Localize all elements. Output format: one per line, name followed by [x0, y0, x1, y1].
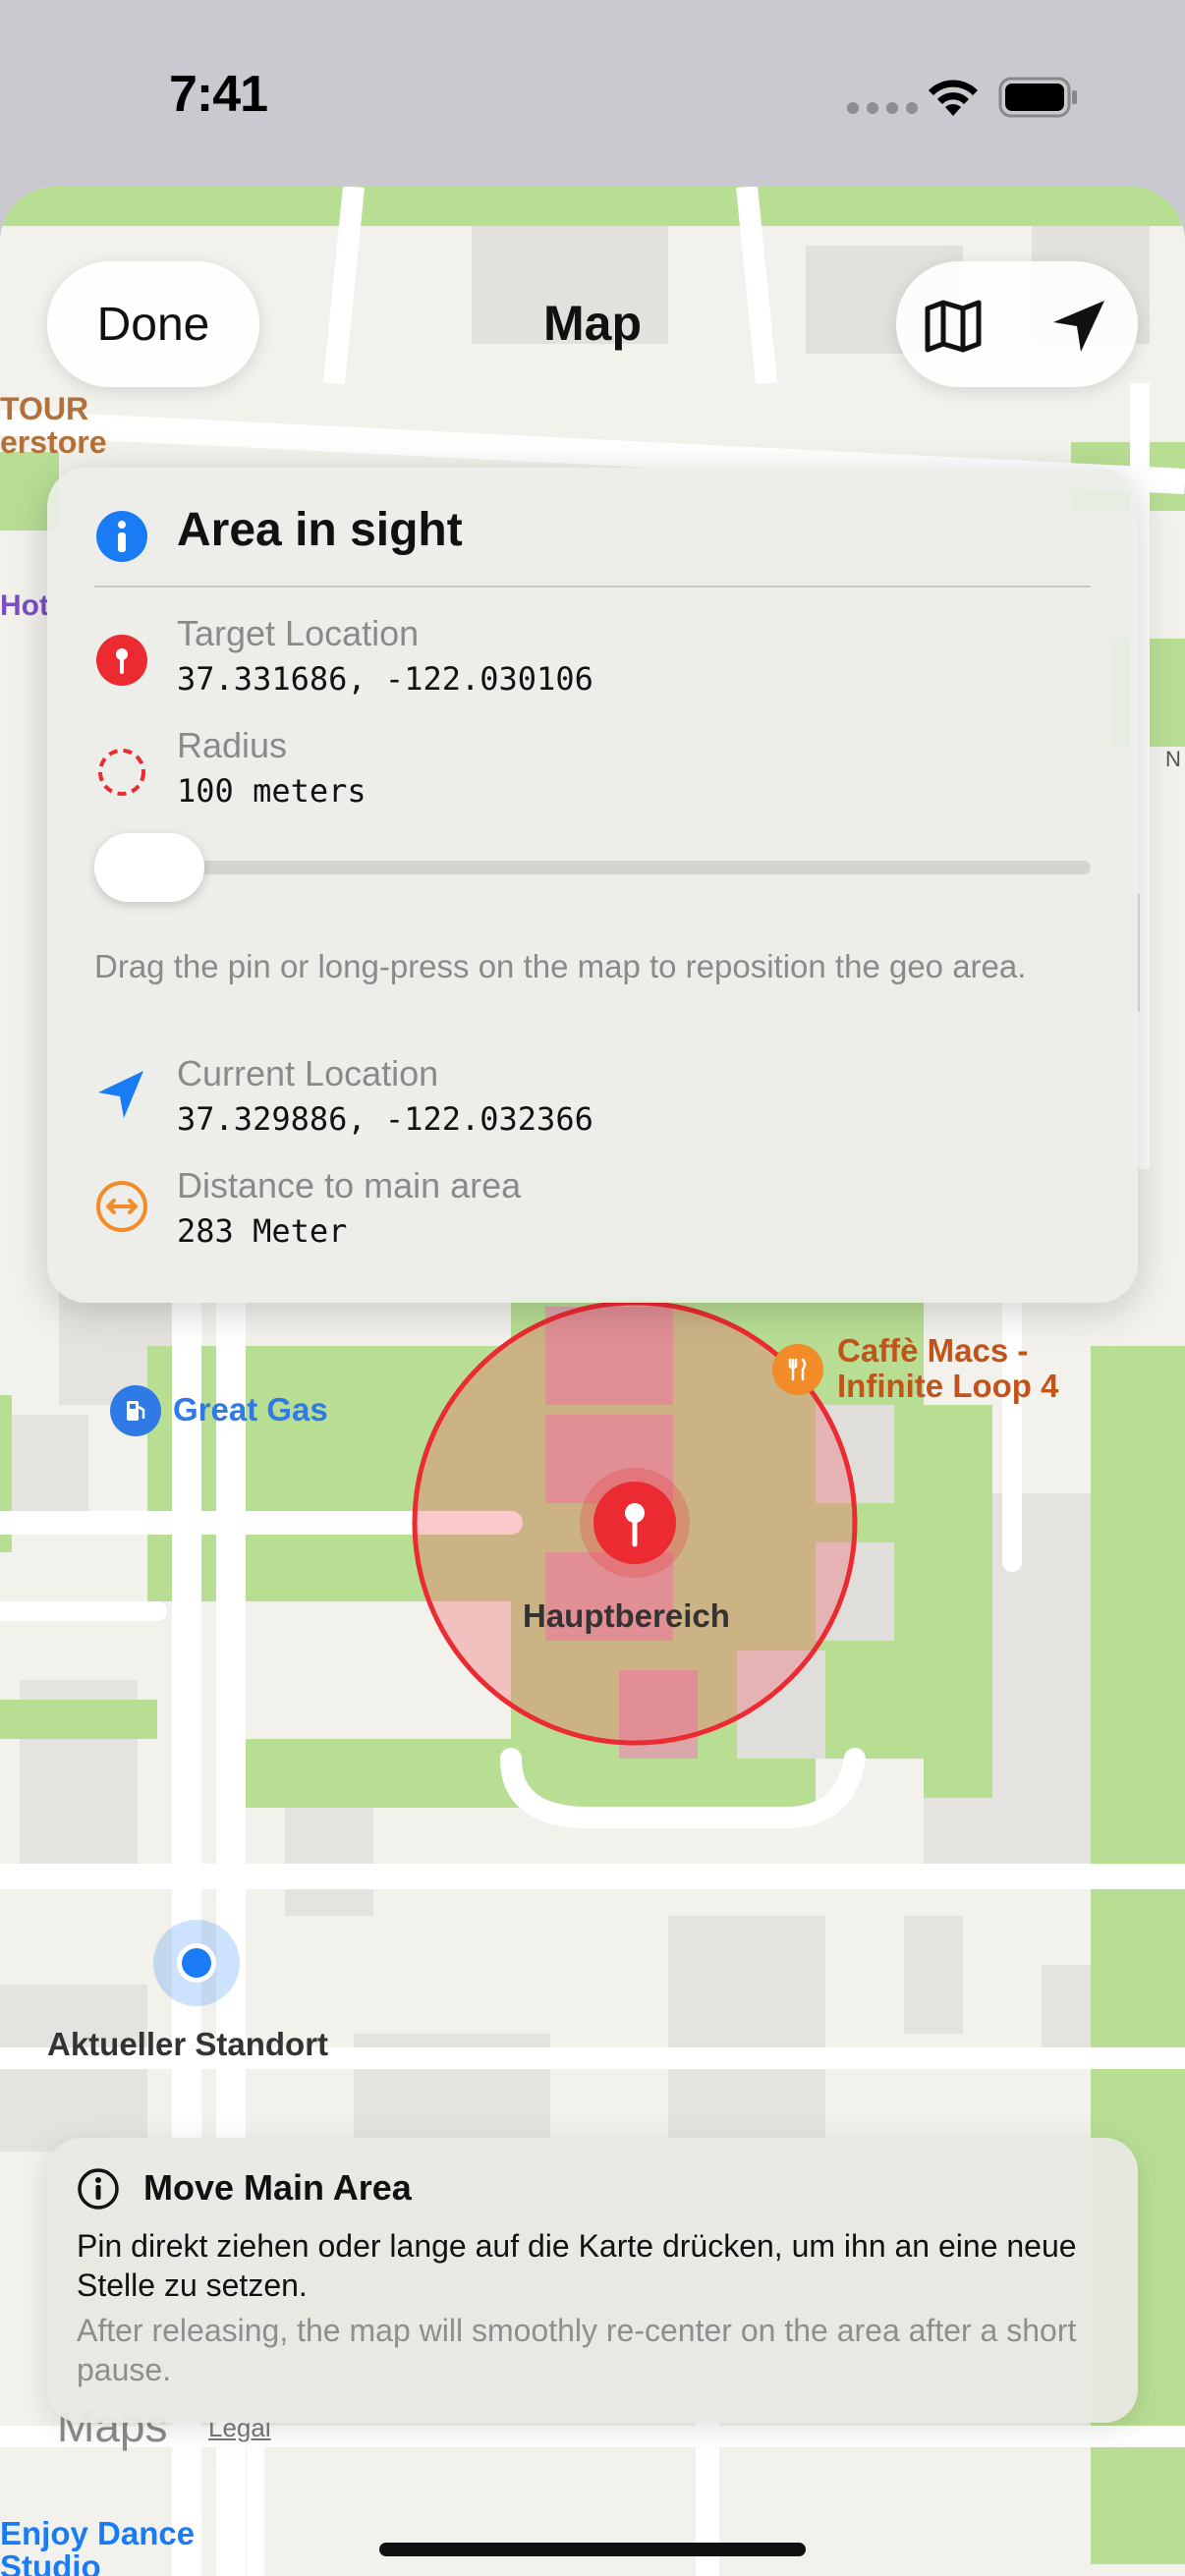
wifi-icon — [929, 80, 978, 116]
distance-arrows-icon — [96, 1181, 147, 1232]
map-label-tour: TOUR — [0, 391, 89, 426]
card-title: Area in sight — [177, 504, 463, 556]
move-area-note: After releasing, the map will smoothly r… — [77, 2313, 1077, 2387]
status-bar: 7:41 — [0, 0, 1185, 187]
gas-station-icon[interactable] — [110, 1385, 161, 1436]
status-time: 7:41 — [169, 66, 268, 123]
map-icon[interactable] — [922, 295, 985, 358]
radius-dashed-circle-icon — [98, 749, 145, 796]
move-area-title: Move Main Area — [143, 2167, 412, 2208]
area-info-card: Area in sight Target Location 37.331686,… — [47, 468, 1138, 1303]
move-area-body: Pin direkt ziehen oder lange auf die Kar… — [77, 2228, 1077, 2303]
map-label-hot: Hot — [0, 589, 49, 622]
map-label-great-gas[interactable]: Great Gas — [173, 1391, 328, 1428]
map-label-enjoy-dance-2[interactable]: Studio — [0, 2548, 101, 2576]
info-outline-icon — [78, 2168, 119, 2210]
current-location-label: Current Location — [177, 1053, 439, 1093]
map-label-enjoy-dance-1[interactable]: Enjoy Dance — [0, 2515, 195, 2552]
target-location-value: 37.331686, -122.030106 — [177, 660, 593, 698]
battery-icon — [998, 77, 1077, 118]
home-indicator[interactable] — [379, 2543, 806, 2556]
map-controls — [896, 261, 1138, 387]
radius-label: Radius — [177, 725, 288, 765]
map-sheet: TOUR erstore Hot N Great Gas Caffè Macs … — [0, 187, 1185, 2576]
cellular-signal-icon — [847, 102, 918, 114]
map-label-caffe-macs-2[interactable]: Infinite Loop 4 — [837, 1368, 1058, 1405]
info-icon — [96, 511, 147, 562]
radius-value: 100 meters — [177, 772, 367, 810]
map-label-erstore: erstore — [0, 424, 107, 460]
restaurant-icon[interactable] — [772, 1344, 823, 1395]
map-label-caffe-macs-1[interactable]: Caffè Macs - — [837, 1332, 1028, 1370]
location-arrow-icon — [98, 1071, 143, 1118]
distance-value: 283 Meter — [177, 1212, 348, 1250]
map-label-aktueller-standort: Aktueller Standort — [47, 2026, 329, 2062]
current-location-value: 37.329886, -122.032366 — [177, 1100, 593, 1138]
location-arrow-icon[interactable] — [1047, 295, 1110, 358]
distance-label: Distance to main area — [177, 1165, 522, 1205]
radius-slider-thumb[interactable] — [94, 833, 204, 902]
reposition-hint: Drag the pin or long-press on the map to… — [94, 948, 1027, 984]
radius-slider-track[interactable] — [96, 861, 1091, 874]
target-location-label: Target Location — [177, 613, 420, 653]
map-label-n: N — [1165, 747, 1181, 771]
move-area-card: Move Main Area Pin direkt ziehen oder la… — [47, 2138, 1138, 2423]
divider — [94, 586, 1091, 588]
map-label-hauptbereich: Hauptbereich — [523, 1597, 730, 1634]
pin-icon — [96, 635, 147, 686]
